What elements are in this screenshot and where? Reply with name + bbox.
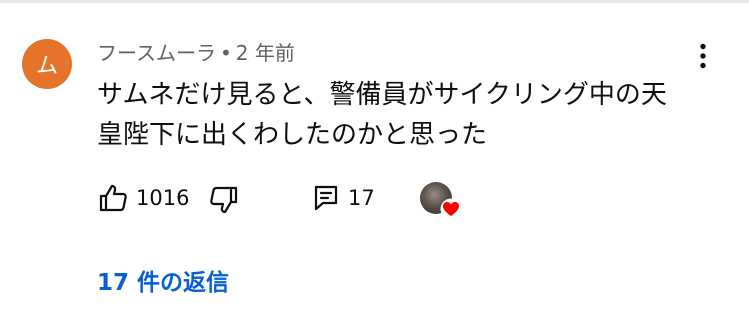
- comment-screen: ム フースムーラ • 2 年前 サムネだけ見ると、警備員がサイクリング中の天 皇陛下…: [0, 0, 749, 324]
- more-options-button[interactable]: [688, 38, 718, 74]
- timestamp[interactable]: 2 年前: [236, 41, 295, 65]
- comment-line: 皇陛下に出くわしたのかと思った: [97, 120, 488, 150]
- comment-line: サムネだけ見ると、警備員がサイクリング中の天: [97, 80, 667, 110]
- comment-text: サムネだけ見ると、警備員がサイクリング中の天 皇陛下に出くわしたのかと思った: [97, 75, 697, 155]
- divider: [0, 0, 749, 3]
- author-name[interactable]: フースムーラ: [97, 41, 216, 65]
- like-button[interactable]: [97, 182, 129, 214]
- creator-heart-badge[interactable]: [420, 182, 464, 222]
- dislike-button[interactable]: [208, 184, 240, 216]
- comment-meta: フースムーラ • 2 年前: [97, 40, 295, 66]
- reply-count: 17: [348, 186, 375, 210]
- meta-separator: •: [220, 41, 232, 65]
- view-replies-link[interactable]: 17 件の返信: [97, 268, 229, 298]
- avatar-initial: ム: [35, 54, 58, 79]
- comment-actions: 1016 17: [0, 180, 749, 220]
- like-count: 1016: [136, 186, 190, 210]
- reply-button[interactable]: [313, 184, 339, 212]
- comment-icon: [314, 185, 338, 211]
- avatar[interactable]: ム: [22, 39, 72, 89]
- more-vertical-icon: [700, 43, 706, 69]
- thumbs-up-icon: [99, 184, 127, 212]
- thumbs-down-icon: [210, 186, 238, 214]
- heart-icon: [440, 198, 462, 220]
